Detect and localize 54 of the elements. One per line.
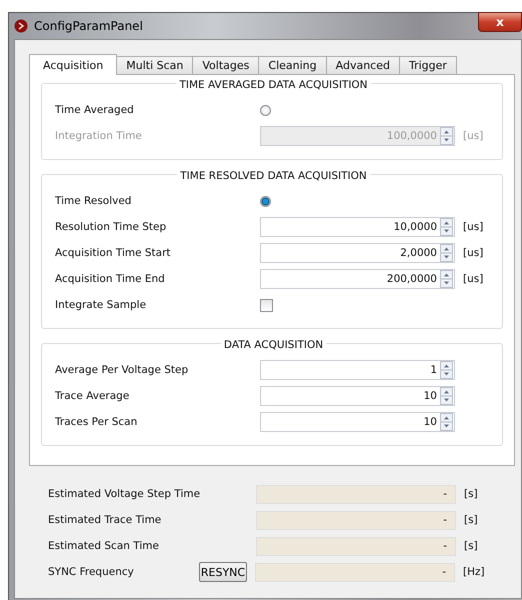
field-label: Acquisition Time End	[55, 273, 166, 285]
spin-box[interactable]: 10	[260, 412, 455, 432]
field-label: Traces Per Scan	[55, 416, 138, 428]
unit-label: [us]	[463, 273, 484, 285]
radio-button[interactable]	[260, 196, 271, 206]
spin-arrows-icon[interactable]	[440, 361, 453, 379]
readout-field: -	[255, 562, 455, 582]
unit-label: [s]	[464, 488, 478, 500]
window-title: ConfigParamPanel	[34, 19, 143, 33]
tab[interactable]: Voltages	[192, 56, 260, 74]
readout-field: -	[256, 510, 456, 530]
group-title: TIME RESOLVED DATA ACQUISITION	[177, 170, 370, 182]
spin-arrows-icon[interactable]	[440, 387, 453, 405]
field-label: SYNC Frequency	[48, 566, 135, 578]
tab[interactable]: Multi Scan	[116, 56, 194, 74]
field-label: Estimated Voltage Step Time	[48, 488, 201, 500]
unit-label: [us]	[463, 221, 484, 233]
spin-box[interactable]: 10	[260, 386, 455, 406]
spin-box[interactable]: 10,0000	[260, 217, 455, 237]
tab[interactable]: Advanced	[326, 56, 400, 74]
field-label: Integrate Sample	[55, 299, 148, 311]
unit-label: [us]	[463, 130, 484, 142]
field-label: Integration Time	[55, 130, 143, 142]
unit-label: [Hz]	[463, 566, 485, 578]
group-title: TIME AVERAGED DATA ACQUISITION	[176, 79, 371, 91]
spin-box[interactable]: 1	[260, 360, 455, 380]
resync-button[interactable]: RESYNC	[199, 562, 247, 582]
tab[interactable]: Trigger	[398, 56, 457, 74]
group-title: DATA ACQUISITION	[220, 339, 326, 351]
field-label: Resolution Time Step	[55, 221, 168, 233]
spin-arrows-icon[interactable]	[440, 270, 453, 288]
tab[interactable]: Cleaning	[258, 56, 327, 74]
field-label: Trace Average	[55, 390, 130, 402]
spin-box[interactable]: 200,0000	[260, 269, 455, 289]
radio-button[interactable]	[260, 104, 271, 116]
field-label: Time Resolved	[55, 195, 132, 207]
spin-arrows-icon[interactable]	[440, 413, 453, 431]
spin-arrows-icon[interactable]	[440, 244, 453, 262]
field-label: Estimated Trace Time	[48, 514, 162, 526]
field-label: Acquisition Time Start	[55, 247, 172, 259]
close-button[interactable]: x	[478, 12, 522, 32]
readout-field: -	[256, 536, 456, 556]
spin-box[interactable]: 2,0000	[260, 243, 455, 263]
field-label: Estimated Scan Time	[48, 540, 160, 552]
unit-label: [s]	[464, 540, 478, 552]
unit-label: [s]	[464, 514, 478, 526]
tab[interactable]: Acquisition	[29, 54, 118, 75]
field-label: Time Averaged	[55, 104, 135, 116]
readout-field: -	[256, 484, 456, 504]
app-icon	[14, 19, 28, 33]
field-label: Average Per Voltage Step	[55, 364, 190, 376]
checkbox[interactable]	[260, 298, 273, 312]
unit-label: [us]	[463, 247, 484, 259]
spin-arrows-icon[interactable]	[440, 218, 453, 236]
